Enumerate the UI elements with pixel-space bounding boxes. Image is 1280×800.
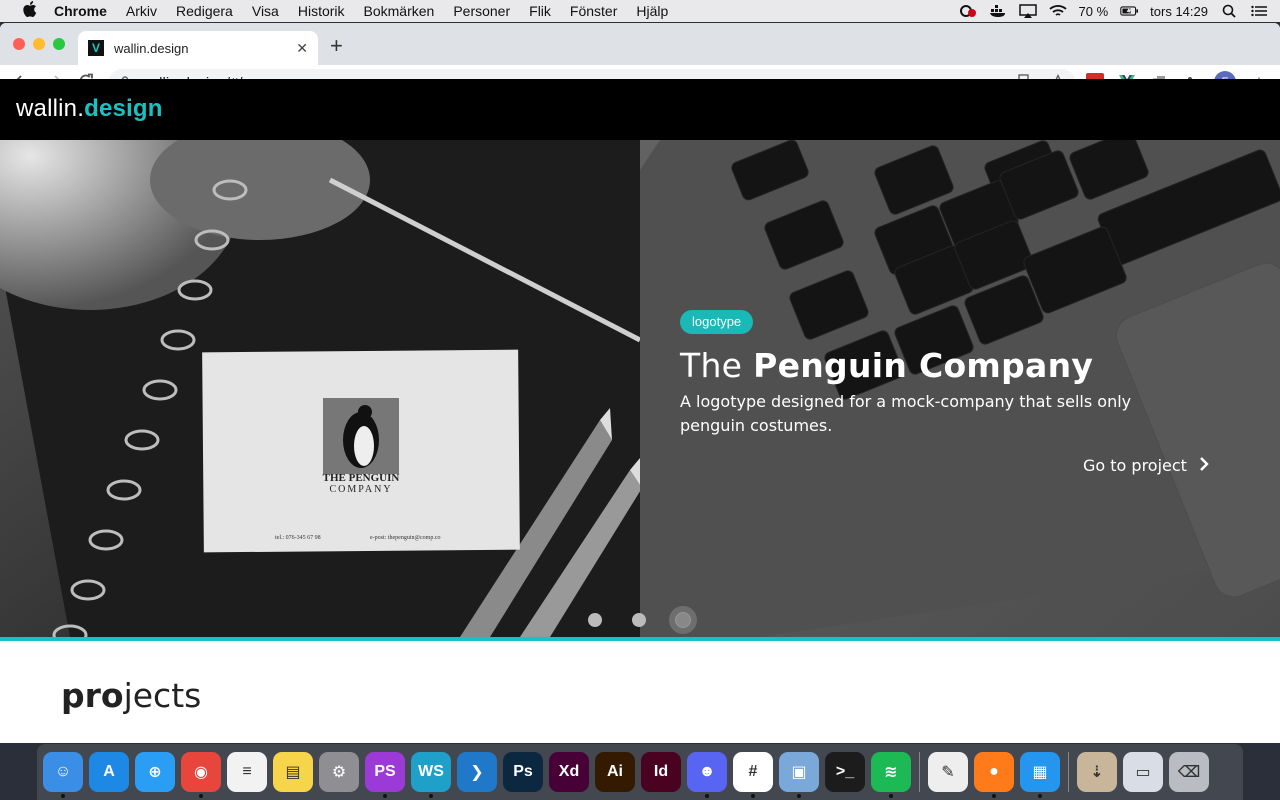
dock-adobe-xd-icon[interactable]: Xd (549, 752, 589, 792)
slide-title-light: The (680, 346, 754, 385)
logo-accent-text: design (84, 95, 163, 122)
menu-personer[interactable]: Personer (453, 3, 510, 19)
menu-historik[interactable]: Historik (298, 3, 345, 19)
control-center-list-icon[interactable] (1250, 4, 1268, 18)
dock-firefox-icon[interactable]: ● (974, 752, 1014, 798)
dock-chrome-icon[interactable]: ◉ (181, 752, 221, 798)
window-controls (13, 38, 73, 50)
tab-close-icon[interactable]: ✕ (296, 40, 308, 57)
dock-app-store-icon[interactable]: A (89, 752, 129, 792)
dock-indesign-icon[interactable]: Id (641, 752, 681, 792)
menu-app-name[interactable]: Chrome (54, 3, 107, 19)
tab-title: wallin.design (114, 40, 189, 56)
dock-terminal-icon[interactable]: >_ (825, 752, 865, 792)
dock-phpstorm-icon[interactable]: PS (365, 752, 405, 798)
menubar-status-area: 70 % tors 14:29 (959, 0, 1280, 22)
dock-separator (919, 752, 920, 792)
card-company-line1: THE PENGUIN (323, 472, 400, 484)
card-company-line2: COMPANY (329, 484, 392, 495)
dock-vs-code-icon[interactable]: ❯ (457, 752, 497, 792)
logo-main-text: wallin. (16, 95, 85, 122)
battery-percent: 70 % (1078, 3, 1109, 19)
menu-redigera[interactable]: Redigera (176, 3, 233, 19)
go-to-project-label: Go to project (1083, 456, 1187, 475)
dock-docker-icon[interactable]: ▦ (1020, 752, 1060, 798)
projects-heading: projects (61, 676, 201, 715)
dock-reminders-icon[interactable]: ≡ (227, 752, 267, 792)
dock-webstorm-icon[interactable]: WS (411, 752, 451, 798)
carousel-indicators (588, 606, 727, 634)
new-tab-button[interactable]: + (330, 35, 343, 57)
tab-wallin-design[interactable]: V wallin.design ✕ (78, 31, 318, 65)
dock-chrome-apps-icon[interactable]: ▭ (1123, 752, 1163, 792)
menu-bokmarken[interactable]: Bokmärken (364, 3, 435, 19)
dock-notes-icon[interactable]: ▤ (273, 752, 313, 792)
docker-status-icon[interactable] (989, 4, 1007, 18)
dock-finder-icon[interactable]: ☺ (43, 752, 83, 798)
menu-hjalp[interactable]: Hjälp (636, 3, 668, 19)
carousel-dot-1[interactable] (588, 613, 602, 627)
close-window-button[interactable] (13, 38, 25, 50)
slide-description: A logotype designed for a mock-company t… (680, 392, 1132, 435)
chevron-right-icon (1199, 455, 1209, 476)
site-logo[interactable]: wallin.design (16, 95, 163, 123)
creative-cloud-icon[interactable] (959, 4, 977, 18)
projects-heading-bold: pro (61, 676, 124, 715)
dock-textedit-icon[interactable]: ✎ (928, 752, 968, 792)
menu-flik[interactable]: Flik (529, 3, 551, 19)
dock-safari-icon[interactable]: ⊕ (135, 752, 175, 792)
dock-separator (1068, 752, 1069, 792)
dock-photoshop-icon[interactable]: Ps (503, 752, 543, 792)
card-email: e-post: thepenguin@comp.co (370, 535, 441, 541)
spotlight-search-icon[interactable] (1220, 4, 1238, 18)
minimize-window-button[interactable] (33, 38, 45, 50)
tab-strip: V wallin.design ✕ + (0, 23, 1280, 65)
dock-preview-icon[interactable]: ▣ (779, 752, 819, 798)
carousel-dot-3-active[interactable] (669, 606, 697, 634)
battery-icon[interactable] (1120, 4, 1139, 18)
menu-arkiv[interactable]: Arkiv (126, 3, 157, 19)
hero-carousel: THE PENGUIN COMPANY tel.: 076-345 67 98 … (0, 140, 1280, 637)
dock-slack-icon[interactable]: # (733, 752, 773, 798)
menu-fonster[interactable]: Fönster (570, 3, 617, 19)
slide-title-bold: Penguin Company (753, 346, 1094, 385)
airplay-icon[interactable] (1018, 4, 1037, 18)
category-badge[interactable]: logotype (680, 310, 754, 334)
dock-spotify-icon[interactable]: ≋ (871, 752, 911, 798)
carousel-dot-2[interactable] (632, 613, 646, 627)
macos-dock: ☺ A ⊕ ◉ ≡ ▤ ⚙ PS WS ❯ Ps Xd Ai Id ☻ # ▣ >_ ≋ ✎ ● ▦ ⇣ ▭ ⌫ (37, 744, 1243, 800)
wifi-icon[interactable] (1048, 4, 1067, 18)
menu-visa[interactable]: Visa (252, 3, 279, 19)
dock-trash-icon[interactable]: ⌫ (1169, 752, 1209, 792)
dock-discord-icon[interactable]: ☻ (687, 752, 727, 798)
apple-menu-icon[interactable] (20, 1, 40, 21)
projects-heading-rest: jects (123, 676, 202, 715)
wallin-favicon-icon: V (88, 40, 104, 56)
hero-text-overlay (640, 140, 1280, 637)
hero-accent-divider (0, 637, 1280, 641)
zoom-window-button[interactable] (53, 38, 65, 50)
site-header: wallin.design (0, 79, 1280, 140)
dock-illustrator-icon[interactable]: Ai (595, 752, 635, 792)
card-phone: tel.: 076-345 67 98 (275, 535, 321, 541)
dock-system-preferences-icon[interactable]: ⚙ (319, 752, 359, 792)
menubar-clock[interactable]: tors 14:29 (1150, 4, 1208, 19)
go-to-project-link[interactable]: Go to project (1083, 455, 1209, 476)
macos-menubar: Chrome Arkiv Redigera Visa Historik Bokm… (0, 0, 1280, 22)
dock-downloads-icon[interactable]: ⇣ (1077, 752, 1117, 792)
slide-title: The Penguin Company (680, 346, 1093, 385)
